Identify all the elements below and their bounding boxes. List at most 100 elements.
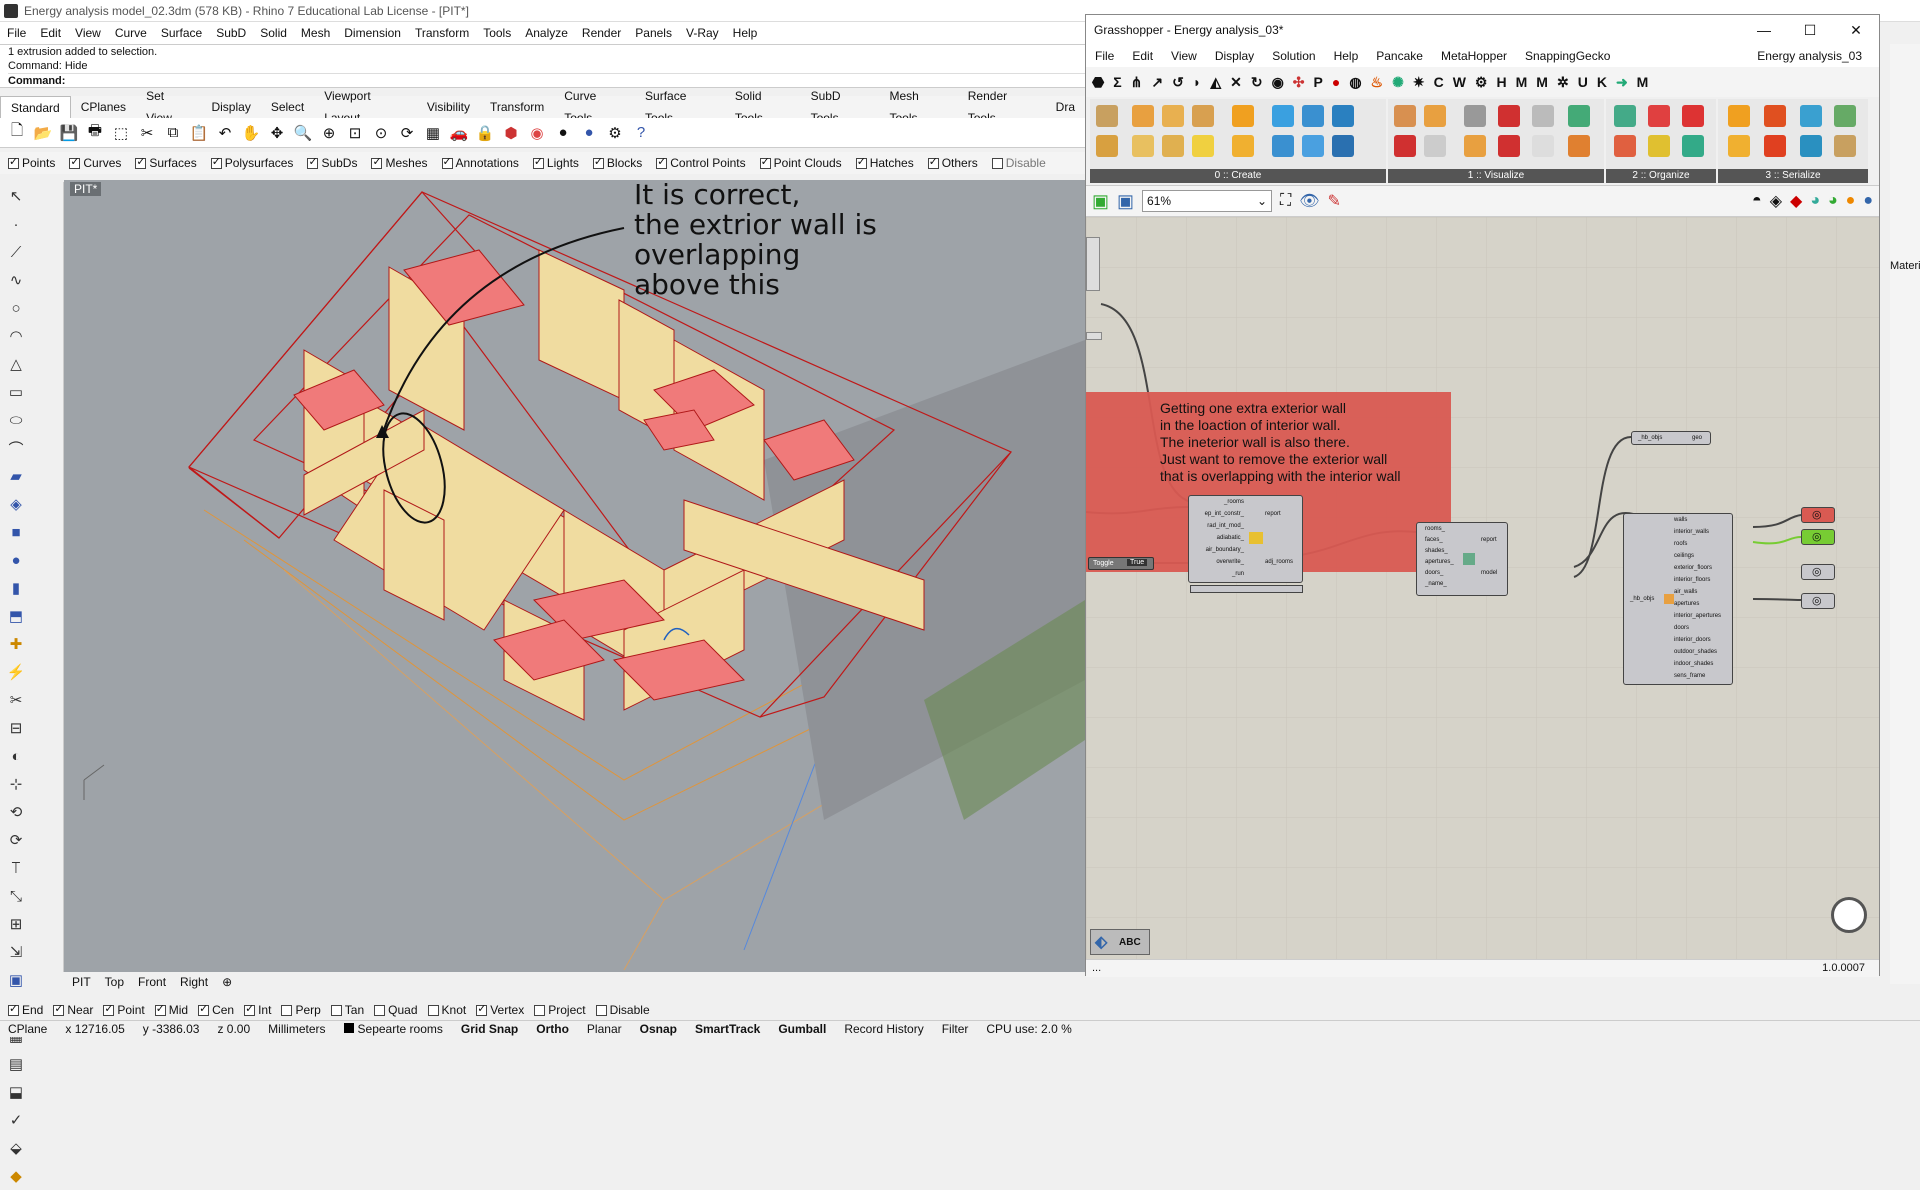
deconstruct-model-component[interactable]: _hb_objs walls interior_walls roofs ceil… [1623, 513, 1733, 685]
shaded-preview-icon[interactable]: ◆ [1790, 191, 1802, 211]
pan-icon[interactable]: ✋ [240, 122, 262, 144]
navigation-compass-icon[interactable] [1831, 897, 1867, 933]
tab-drafting[interactable]: Dra [1046, 96, 1085, 118]
filter-blocks[interactable]: Blocks [592, 155, 642, 170]
tab-visibility[interactable]: Visibility [417, 96, 480, 118]
component-icon[interactable] [1682, 105, 1704, 127]
gh-left-param-stub[interactable] [1086, 332, 1102, 340]
red-dot-icon[interactable]: ● [1332, 74, 1340, 90]
params-tab-icon[interactable]: ⬣ [1092, 74, 1104, 91]
component-icon[interactable] [1498, 135, 1520, 157]
model-component[interactable]: rooms_ faces_ shades_ apertures_ doors_ … [1416, 522, 1508, 596]
help-icon[interactable]: ? [630, 122, 652, 144]
cat-u[interactable]: U [1578, 74, 1588, 90]
component-icon[interactable] [1424, 135, 1446, 157]
menu-surface[interactable]: Surface [154, 22, 209, 44]
sphere-preview-icon[interactable]: ● [1863, 192, 1873, 210]
box-icon[interactable]: ■ [4, 520, 28, 544]
close-icon[interactable]: ✕ [1833, 15, 1879, 45]
component-icon[interactable] [1614, 105, 1636, 127]
perspective-viewport[interactable]: PIT* It is correct, the extrior wall is … [64, 180, 1085, 972]
component-icon[interactable] [1764, 105, 1786, 127]
component-icon[interactable] [1568, 135, 1590, 157]
settings-icon[interactable]: ⚙ [604, 122, 626, 144]
kangaroo-tab-icon[interactable]: ✣ [1293, 74, 1305, 91]
menu-transform[interactable]: Transform [408, 22, 476, 44]
component-icon[interactable] [1302, 135, 1324, 157]
fire-icon[interactable]: ♨ [1371, 74, 1384, 91]
component-icon[interactable] [1614, 135, 1636, 157]
component-icon[interactable] [1424, 105, 1446, 127]
sketch-icon[interactable]: ✎ [1328, 191, 1341, 211]
osnap-mid[interactable]: Mid [154, 1002, 188, 1017]
component-icon[interactable] [1728, 105, 1750, 127]
osnap-perp[interactable]: Perp [281, 1003, 321, 1017]
open-file-icon[interactable]: 📂 [32, 122, 54, 144]
component-icon[interactable] [1682, 135, 1704, 157]
cat-k[interactable]: K [1597, 74, 1607, 90]
triangle-icon[interactable]: △ [4, 352, 28, 376]
intersect-tab-icon[interactable]: ✕ [1230, 74, 1242, 91]
zoom-extents-icon[interactable]: ⊡ [344, 122, 366, 144]
filter-annotations[interactable]: Annotations [441, 155, 519, 170]
component-icon[interactable] [1132, 105, 1154, 127]
filter-hatches[interactable]: Hatches [855, 155, 914, 170]
component-icon[interactable] [1332, 135, 1354, 157]
arrow-tab-icon[interactable]: ➜ [1616, 74, 1628, 91]
material-icon[interactable]: ⬢ [500, 122, 522, 144]
zoom-selected-icon[interactable]: ⊙ [370, 122, 392, 144]
save-icon[interactable]: 💾 [58, 122, 80, 144]
display-tab-icon[interactable]: ◉ [1272, 74, 1284, 91]
menu-panels[interactable]: Panels [628, 22, 679, 44]
osnap-cen[interactable]: Cen [198, 1002, 234, 1017]
menu-edit[interactable]: Edit [33, 22, 68, 44]
component-icon[interactable] [1162, 105, 1184, 127]
menu-dimension[interactable]: Dimension [337, 22, 408, 44]
trim-icon[interactable]: ✂ [4, 688, 28, 712]
osnap-point[interactable]: Point [103, 1002, 145, 1017]
zoom-select[interactable]: 61% ⌄ [1142, 190, 1273, 212]
ladybug-icon[interactable]: ✺ [1392, 74, 1404, 91]
gh-menu-display[interactable]: Display [1206, 45, 1263, 67]
menu-vray[interactable]: V-Ray [679, 22, 726, 44]
osnap-near[interactable]: Near [53, 1002, 93, 1017]
toggle-grid-snap[interactable]: Grid Snap [461, 1022, 518, 1036]
transform-tab-icon[interactable]: ↻ [1251, 74, 1263, 91]
polyline-icon[interactable]: ⟋ [4, 240, 28, 264]
render-icon[interactable]: ⬙ [4, 1136, 28, 1160]
component-icon[interactable] [1232, 105, 1254, 127]
lock-icon[interactable]: 🔒 [474, 122, 496, 144]
snowflake-icon[interactable]: ✲ [1557, 74, 1569, 91]
tab-display[interactable]: Display [201, 96, 260, 118]
undo-icon[interactable]: ↶ [214, 122, 236, 144]
filter-point-clouds[interactable]: Point Clouds [759, 155, 842, 170]
component-icon[interactable] [1568, 105, 1590, 127]
print-icon[interactable]: 🖶 [84, 122, 106, 144]
ball-icon[interactable]: ◍ [1349, 74, 1361, 91]
status-cplane[interactable]: CPlane [8, 1022, 47, 1036]
filter-disable[interactable]: Disable [991, 156, 1046, 170]
ellipse-icon[interactable]: ⬭ [4, 408, 28, 432]
boolean-toggle[interactable]: Toggle True [1088, 557, 1154, 570]
new-file-icon[interactable]: 🗋 [6, 122, 28, 144]
status-layer[interactable]: Sepearte rooms [343, 1022, 443, 1036]
gh-menu-pancake[interactable]: Pancake [1367, 45, 1432, 67]
gh-menu-solution[interactable]: Solution [1263, 45, 1324, 67]
gh-menu-metahopper[interactable]: MetaHopper [1432, 45, 1516, 67]
toggle-record-history[interactable]: Record History [844, 1022, 923, 1036]
right-panel-label[interactable]: Materia [1890, 260, 1920, 272]
component-icon[interactable] [1728, 135, 1750, 157]
toggle-filter[interactable]: Filter [942, 1022, 969, 1036]
tab-select[interactable]: Select [261, 96, 314, 118]
paint-icon[interactable]: ◆ [4, 1164, 28, 1188]
component-icon[interactable] [1272, 135, 1294, 157]
split-icon[interactable]: ⊟ [4, 716, 28, 740]
osnap-disable[interactable]: Disable [595, 1003, 650, 1017]
zoom-icon[interactable]: 🔍 [292, 122, 314, 144]
component-icon[interactable] [1272, 105, 1294, 127]
menu-view[interactable]: View [68, 22, 108, 44]
component-icon[interactable] [1532, 105, 1554, 127]
component-icon[interactable] [1464, 135, 1486, 157]
mesh-tab-icon[interactable]: ◭ [1210, 74, 1221, 91]
gh-menu-view[interactable]: View [1162, 45, 1206, 67]
